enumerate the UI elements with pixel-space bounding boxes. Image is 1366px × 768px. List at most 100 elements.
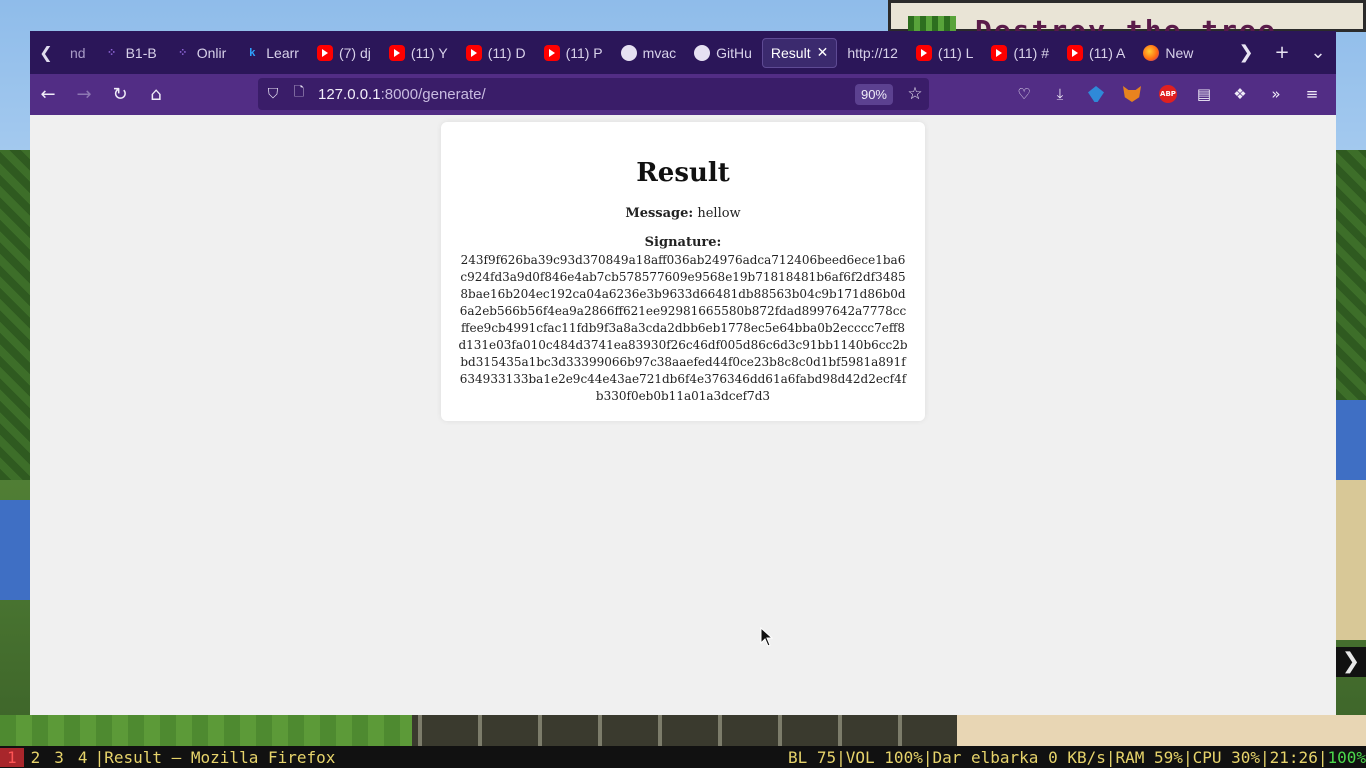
youtube-icon (991, 44, 1008, 61)
workspace-4[interactable]: 4 (71, 748, 95, 767)
tab[interactable]: ⁘ B1-B (96, 38, 165, 68)
metamask-icon[interactable] (1114, 78, 1150, 110)
page-info-icon[interactable]: 🗋 (288, 83, 310, 105)
desktop-background-trees-right (1336, 150, 1366, 400)
message-label: Message: (625, 206, 694, 221)
tab-label: (11) P (565, 44, 603, 61)
cpu-indicator: CPU 30% (1192, 747, 1261, 767)
tab[interactable]: k Learr (236, 38, 307, 68)
game-sign-icon (908, 16, 956, 32)
status-separator: | (1105, 747, 1116, 767)
url-path: :8000/generate/ (380, 85, 486, 103)
tab-label: http://12 (847, 44, 898, 61)
reload-icon[interactable]: ↻ (102, 79, 138, 111)
list-all-tabs-icon[interactable]: ⌄ (1300, 42, 1336, 63)
tab[interactable]: mvac (613, 38, 684, 68)
url-text[interactable]: 127.0.0.1:8000/generate/ (318, 86, 855, 103)
youtube-icon (543, 44, 560, 61)
tab[interactable]: (11) # (983, 38, 1057, 68)
status-separator: | (922, 747, 933, 767)
tab[interactable]: nd (62, 38, 94, 68)
dots-icon: ⁘ (178, 47, 188, 59)
status-indicators: BL 75 | VOL 100% | Dar elbarka 0 KB/s | RAM… (788, 746, 1366, 768)
workspace-2[interactable]: 2 (24, 748, 48, 767)
tab-label: Result (770, 44, 811, 61)
tab[interactable]: ⁘ Onlir (167, 38, 235, 68)
window-title-separator: | (94, 747, 105, 767)
tab-bar-controls: ❯ + ⌄ (1228, 31, 1336, 74)
tab[interactable]: GitHu (686, 38, 760, 68)
bookmark-star-icon[interactable]: ☆ (901, 84, 929, 104)
clock: 21:26 (1269, 747, 1318, 767)
reader-view-icon[interactable]: ▤ (1186, 78, 1222, 110)
message-line: Message: hellow (441, 206, 925, 221)
tabs-scroll-left-button[interactable]: ❮ (30, 31, 62, 74)
system-status-bar: 1 2 3 4 | Result — Mozilla Firefox BL 75… (0, 746, 1366, 768)
tab-label: GitHu (716, 44, 752, 61)
status-separator: | (1260, 747, 1270, 767)
battery-indicator: 100% (1327, 747, 1366, 767)
downloads-icon[interactable]: ⤓ (1042, 78, 1078, 110)
tab[interactable]: New (1135, 38, 1201, 68)
tab-active[interactable]: Result ✕ (761, 37, 838, 68)
page-title: Result (636, 158, 730, 188)
tab[interactable]: (11) D (458, 38, 534, 68)
zoom-level-button[interactable]: 90% (854, 83, 893, 105)
tracking-protection-shield-icon[interactable]: ⛉ (258, 86, 288, 102)
tab-label: Onlir (196, 44, 227, 61)
youtube-icon (388, 44, 405, 61)
workspace-1[interactable]: 1 (0, 747, 24, 767)
extensions-toolbar: ♡ ⤓ ABP ▤ ❖ » ≡ (1006, 78, 1330, 110)
youtube-icon (915, 44, 932, 61)
extension-blue-icon[interactable] (1078, 78, 1114, 110)
firefox-icon (1143, 44, 1160, 61)
youtube-icon (465, 44, 482, 61)
signature-value: 243f9f626ba39c93d370849a18aff036ab24976a… (458, 253, 908, 403)
network-indicator: Dar elbarka 0 KB/s (932, 747, 1106, 767)
tab[interactable]: (11) A (1059, 38, 1133, 68)
back-icon[interactable]: ← (30, 79, 66, 111)
tab[interactable]: http://12 (839, 38, 906, 68)
tab-label: (11) L (937, 44, 974, 61)
pocket-icon[interactable]: ♡ (1006, 78, 1042, 110)
desktop-background-sand-right (1336, 480, 1366, 640)
tab-label: (11) A (1089, 44, 1126, 61)
tab[interactable]: (11) Y (381, 38, 456, 68)
status-separator: | (836, 747, 846, 767)
tab-bar: ❮ nd ⁘ B1-B ⁘ Onlir k Learr (7) dj (11) Y (… (30, 31, 1336, 74)
tab[interactable]: (7) dj (309, 38, 379, 68)
tabs-scroll-right-icon[interactable]: ❯ (1228, 42, 1264, 63)
volume-indicator: VOL 100% (845, 747, 923, 767)
backlight-indicator: BL 75 (787, 747, 837, 767)
tab-label: (11) D (487, 44, 526, 61)
ram-indicator: RAM 59% (1115, 747, 1183, 767)
page-viewport: Result Message: hellow Signature: 243f9f… (30, 115, 1336, 715)
forward-icon[interactable]: → (66, 79, 102, 111)
dots-icon: ⁘ (106, 47, 117, 59)
tab-label: B1-B (125, 44, 157, 61)
youtube-icon (1067, 44, 1084, 61)
github-icon (620, 44, 637, 61)
overflow-chevron-icon[interactable]: » (1258, 78, 1294, 110)
game-next-arrow-icon[interactable]: ❯ (1336, 647, 1366, 677)
close-tab-icon[interactable]: ✕ (817, 44, 829, 61)
desktop-background-water-right (1336, 400, 1366, 480)
status-separator: | (1182, 747, 1193, 767)
url-bar[interactable]: ⛉ 🗋 127.0.0.1:8000/generate/ 90% ☆ (258, 78, 929, 110)
tab-strip: nd ⁘ B1-B ⁘ Onlir k Learr (7) dj (11) Y (11… (62, 31, 1228, 74)
new-tab-icon[interactable]: + (1264, 42, 1300, 63)
hamburger-menu-icon[interactable]: ≡ (1294, 78, 1330, 110)
desktop-background-water-left (0, 500, 30, 600)
workspace-3[interactable]: 3 (47, 748, 71, 767)
browser-window: ❮ nd ⁘ B1-B ⁘ Onlir k Learr (7) dj (11) Y (… (30, 31, 1336, 715)
youtube-icon (316, 44, 333, 61)
home-icon[interactable]: ⌂ (138, 79, 174, 111)
tab-label: (11) Y (410, 44, 448, 61)
adblock-plus-icon[interactable]: ABP (1150, 78, 1186, 110)
url-host: 127.0.0.1 (318, 85, 381, 103)
tab[interactable]: (11) P (536, 38, 611, 68)
desktop-background-sand-bottom (957, 715, 1366, 746)
extensions-icon[interactable]: ❖ (1222, 78, 1258, 110)
tab[interactable]: (11) L (908, 38, 982, 68)
navigation-toolbar: ← → ↻ ⌂ ⛉ 🗋 127.0.0.1:8000/generate/ 90%… (30, 74, 1336, 115)
